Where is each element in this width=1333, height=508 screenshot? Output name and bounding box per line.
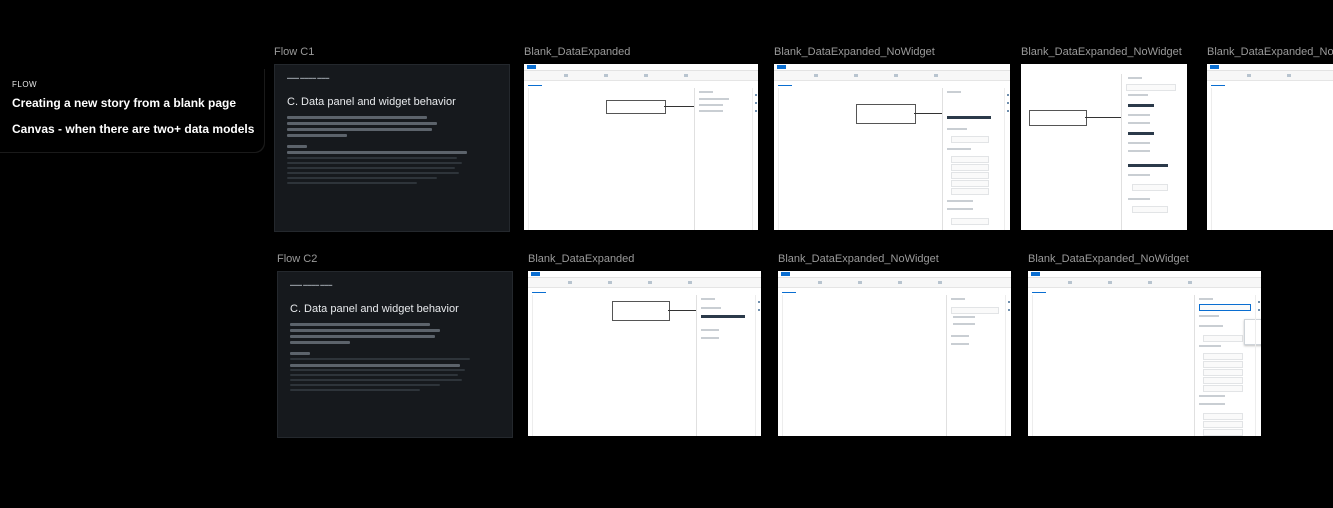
frame-title[interactable]: Blank_DataExpanded_NoWidget — [1021, 46, 1185, 58]
description-text-line — [287, 116, 427, 119]
annotation-callout — [612, 301, 670, 321]
story-canvas-frame[interactable] — [778, 271, 1011, 436]
frame-title[interactable]: Blank_DataExpanded_NoWidget — [778, 253, 1008, 265]
notes-line — [290, 364, 460, 367]
sap-logo-icon — [527, 65, 536, 69]
data-panel[interactable] — [1194, 295, 1255, 436]
annotation-callout — [606, 100, 666, 114]
right-rail — [752, 88, 758, 230]
description-text-line — [290, 341, 350, 344]
flow-section-label: FLOW — [12, 80, 38, 89]
shell-bar — [774, 64, 1010, 71]
story-canvas-frame[interactable] — [1028, 271, 1261, 436]
story-toolbar — [774, 71, 1010, 81]
flow-summary-card — [0, 68, 264, 152]
annotation-arrow — [1085, 117, 1121, 118]
notes-line — [290, 369, 465, 371]
notes-line — [290, 384, 440, 386]
frame-title[interactable]: Blank_DataExpanded_NoWidget — [1028, 253, 1258, 265]
annotation-callout — [856, 104, 916, 124]
left-rail — [524, 88, 529, 230]
notes-label — [287, 145, 307, 148]
story-canvas-frame[interactable] — [774, 64, 1010, 230]
page-tab[interactable] — [528, 82, 542, 86]
shell-bar — [524, 64, 758, 71]
toolbar-icon[interactable] — [644, 74, 648, 77]
flow-title: Creating a new story from a blank page — [12, 96, 237, 110]
frame-title[interactable]: Blank_DataExpanded_NoWidget — [1207, 46, 1333, 58]
description-text-line — [287, 128, 432, 131]
story-canvas-frame[interactable] — [528, 271, 761, 436]
description-heading: C. Data panel and widget behavior — [290, 303, 459, 315]
description-heading: C. Data panel and widget behavior — [287, 96, 456, 108]
left-rail — [774, 88, 779, 230]
annotation-arrow — [668, 310, 696, 311]
frame-caption: ▬▬▬ ▬▬▬▬ ▬▬▬ — [290, 282, 333, 287]
notes-line — [290, 379, 462, 381]
description-text-line — [290, 323, 430, 326]
notes-line — [287, 162, 462, 164]
frame-title[interactable]: Blank_DataExpanded — [524, 46, 754, 58]
notes-line — [287, 172, 459, 174]
page-tab[interactable] — [778, 82, 792, 86]
frame-caption: ▬▬▬ ▬▬▬▬ ▬▬▬ — [287, 75, 330, 80]
description-text-line — [287, 122, 437, 125]
frame-title[interactable]: Blank_DataExpanded — [528, 253, 758, 265]
flow-subtitle: Canvas - when there are two+ data models — [12, 122, 255, 136]
story-canvas-frame[interactable] — [1207, 64, 1333, 230]
notes-line — [287, 177, 437, 179]
sap-logo-icon — [777, 65, 786, 69]
data-panel[interactable] — [942, 88, 999, 230]
story-toolbar — [524, 71, 758, 81]
description-text-line — [290, 329, 440, 332]
notes-line — [287, 157, 457, 159]
flow-c2-title[interactable]: Flow C2 — [277, 253, 507, 265]
data-panel[interactable] — [946, 295, 1005, 436]
description-frame-c1[interactable]: ▬▬▬ ▬▬▬▬ ▬▬▬ C. Data panel and widget be… — [274, 64, 510, 232]
flow-c1-title[interactable]: Flow C1 — [274, 46, 504, 58]
story-canvas-frame[interactable] — [1021, 64, 1187, 230]
data-panel[interactable] — [696, 295, 755, 436]
annotation-arrow — [664, 106, 694, 107]
annotation-callout — [1029, 110, 1087, 126]
notes-line — [287, 167, 455, 169]
description-text-line — [290, 335, 435, 338]
data-panel[interactable] — [1121, 74, 1182, 230]
description-frame-c2[interactable]: ▬▬▬ ▬▬▬▬ ▬▬▬ C. Data panel and widget be… — [277, 271, 513, 438]
toolbar-icon[interactable] — [684, 74, 688, 77]
toolbar-icon[interactable] — [564, 74, 568, 77]
story-canvas-frame[interactable] — [524, 64, 758, 230]
notes-line — [287, 151, 467, 154]
description-text-line — [287, 134, 347, 137]
annotation-arrow — [914, 113, 944, 114]
toolbar-icon[interactable] — [604, 74, 608, 77]
notes-line — [290, 389, 420, 391]
notes-line — [287, 182, 417, 184]
frame-title[interactable]: Blank_DataExpanded_NoWidget — [774, 46, 1010, 58]
notes-line — [290, 374, 458, 376]
data-panel[interactable] — [694, 88, 751, 230]
notes-line — [290, 358, 470, 360]
notes-label — [290, 352, 310, 355]
